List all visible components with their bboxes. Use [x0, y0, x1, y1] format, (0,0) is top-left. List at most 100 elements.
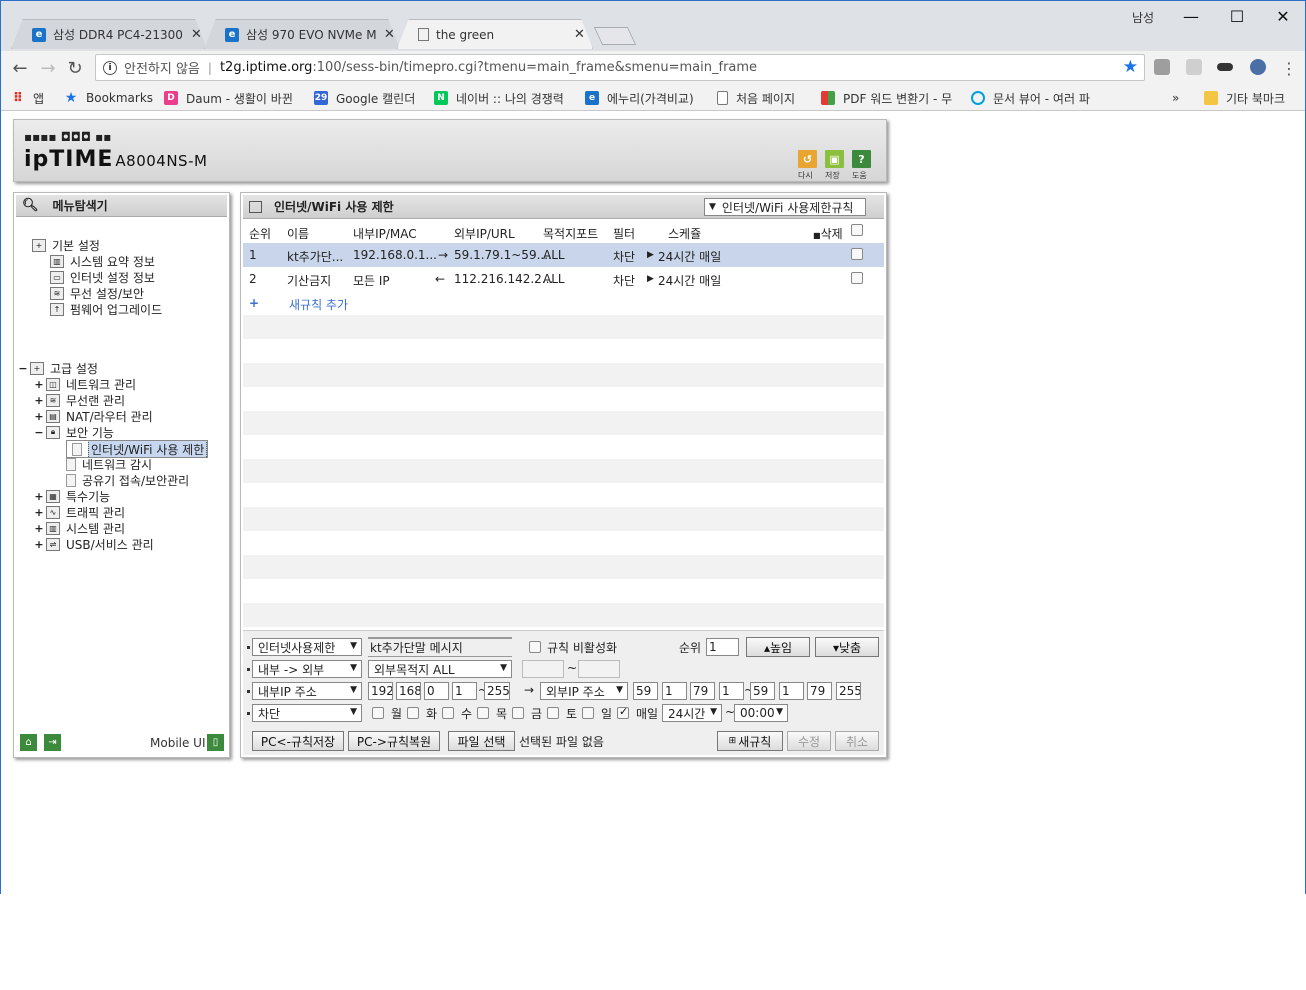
save-to-pc-button[interactable]: PC<-규칙저장	[252, 731, 344, 751]
bookmark-naver[interactable]: N 네이버 :: 나의 경쟁력	[434, 89, 566, 107]
logout-icon[interactable]: ⇥	[44, 734, 61, 751]
modify-button[interactable]: 수정	[787, 731, 831, 751]
expand-icon[interactable]: +	[34, 522, 44, 535]
inner-type-select[interactable]: 내부IP 주소 ▼	[252, 682, 362, 700]
tree-traffic[interactable]: + ∿ 트래픽 관리	[34, 504, 125, 520]
inner-ip-end[interactable]: 255	[484, 682, 510, 700]
expand-icon[interactable]: +	[34, 378, 44, 391]
tree-network-mgmt[interactable]: + ◫ 네트워크 관리	[34, 376, 136, 392]
day-sat-checkbox[interactable]	[547, 707, 559, 719]
outer-ip-start-4[interactable]: 1	[719, 682, 744, 700]
tree-nat-router[interactable]: + ▤ NAT/라우터 관리	[34, 408, 153, 424]
bookmark-pdf[interactable]: PDF 워드 변환기 - 무	[821, 89, 955, 107]
bookmark-other[interactable]: 기타 북마크	[1204, 89, 1285, 107]
bookmark-apps[interactable]: ⠿ 앱	[11, 89, 44, 107]
mobile-ui-link[interactable]: Mobile UI	[150, 736, 206, 750]
action-select[interactable]: 차단 ▼	[252, 704, 362, 722]
maximize-button[interactable]: ☐	[1214, 1, 1260, 31]
outer-ip-end-1[interactable]: 59	[750, 682, 775, 700]
new-tab-button[interactable]	[593, 27, 637, 45]
bookmark-bookmarks[interactable]: ★ Bookmarks	[64, 89, 153, 107]
disable-rule-checkbox[interactable]	[529, 641, 541, 653]
close-window-button[interactable]: ✕	[1260, 1, 1306, 31]
outer-ip-end-4[interactable]: 255	[836, 682, 861, 700]
tab-the-green[interactable]: the green ✕	[397, 19, 593, 49]
outer-ip-end-2[interactable]: 1	[779, 682, 804, 700]
tree-system-mgmt[interactable]: + ▥ 시스템 관리	[34, 520, 125, 536]
table-row[interactable]: 1 kt추가단... 192.168.0.1... → 59.1.79.1~59…	[243, 243, 884, 267]
address-bar[interactable]: i 안전하지 않음 | t2g.iptime.org:100/sess-bin/…	[95, 54, 1145, 81]
reload-icon[interactable]: ↻	[64, 57, 86, 79]
direction-select[interactable]: 내부 -> 외부 ▼	[252, 660, 362, 678]
inner-ip-octet-4[interactable]: 1	[452, 682, 477, 700]
mobile-icon[interactable]: ▯	[207, 734, 224, 751]
outer-ip-end-3[interactable]: 79	[807, 682, 832, 700]
inner-ip-octet-3[interactable]: 0	[424, 682, 449, 700]
extension-globe-icon[interactable]	[1250, 59, 1266, 75]
rule-kind-select[interactable]: 인터넷사용제한 ▼	[252, 638, 362, 656]
table-row[interactable]: 2 기산금지 모든 IP ← 112.216.142.2... ALL 차단 ▶…	[243, 267, 884, 291]
inner-ip-octet-1[interactable]: 192	[368, 682, 393, 700]
tree-usb-service[interactable]: + ⇌ USB/서비스 관리	[34, 536, 154, 552]
day-tue-checkbox[interactable]	[407, 707, 419, 719]
expand-icon[interactable]: +	[34, 538, 44, 551]
tree-advanced-settings[interactable]: − + 고급 설정	[18, 360, 98, 376]
cancel-button[interactable]: 취소	[835, 731, 879, 751]
tab-ddr4[interactable]: e 삼성 DDR4 PC4-21300 [ ✕	[11, 19, 207, 49]
minimize-button[interactable]: —	[1168, 1, 1214, 31]
expand-icon[interactable]: +	[34, 506, 44, 519]
day-mon-checkbox[interactable]	[372, 707, 384, 719]
collapse-icon[interactable]: −	[18, 362, 28, 375]
new-rule-button[interactable]: ⊞ 새규칙	[717, 731, 783, 751]
day-fri-checkbox[interactable]	[512, 707, 524, 719]
add-rule-link[interactable]: 새규칙 추가	[289, 296, 348, 313]
hours-select[interactable]: 24시간 ▼	[662, 704, 722, 722]
message-input[interactable]: kt추가단말 메시지	[368, 637, 512, 657]
tree-security[interactable]: − 🔒︎ 보안 기능	[34, 424, 114, 440]
day-wed-checkbox[interactable]	[442, 707, 454, 719]
home-icon[interactable]: ⌂	[20, 734, 37, 751]
bookmark-star-icon[interactable]: ★	[1123, 57, 1138, 77]
profile-name[interactable]: 남성	[1132, 9, 1154, 26]
more-bookmarks[interactable]: »	[1172, 89, 1179, 107]
delete-checkbox[interactable]	[851, 248, 863, 260]
extension-ex-icon[interactable]	[1186, 59, 1202, 75]
outer-ip-start-2[interactable]: 1	[662, 682, 687, 700]
select-all-checkbox[interactable]	[851, 224, 863, 236]
tree-firmware-upgrade[interactable]: ↑ 펌웨어 업그레이드	[50, 301, 162, 317]
inner-ip-octet-2[interactable]: 168	[396, 682, 421, 700]
move-down-button[interactable]: ▾낮춤	[815, 637, 879, 657]
day-sun-checkbox[interactable]	[582, 707, 594, 719]
close-icon[interactable]: ✕	[574, 27, 585, 42]
add-rule-row[interactable]: + 새규칙 추가	[243, 291, 884, 315]
bookmark-first-page[interactable]: 처음 페이지	[717, 89, 795, 107]
tree-basic-settings[interactable]: + 기본 설정	[32, 237, 100, 253]
dest-port-select[interactable]: 외부목적지 ALL ▼	[368, 660, 512, 678]
move-up-button[interactable]: ▴높임	[746, 637, 810, 657]
close-icon[interactable]: ✕	[191, 27, 202, 42]
time-end-select[interactable]: 00:00 ▼	[734, 704, 788, 722]
tree-wireless-security[interactable]: ≋ 무선 설정/보안	[50, 285, 144, 301]
expand-icon[interactable]: +	[34, 490, 44, 503]
tree-system-summary[interactable]: ▥ 시스템 요약 정보	[50, 253, 155, 269]
extension-mask-icon[interactable]	[1217, 63, 1233, 71]
order-input[interactable]: 1	[706, 638, 739, 656]
outer-type-select[interactable]: 외부IP 주소 ▼	[540, 682, 628, 700]
extension-info-icon[interactable]	[1154, 59, 1170, 75]
rule-type-select[interactable]: ▼ 인터넷/WiFi 사용제한규칙	[704, 198, 866, 216]
delete-checkbox[interactable]	[851, 272, 863, 284]
bookmark-enuri[interactable]: e 에누리(가격비교)	[585, 89, 694, 107]
file-select-button[interactable]: 파일 선택	[448, 731, 515, 751]
tree-wlan-mgmt[interactable]: + ≋ 무선랜 관리	[34, 392, 125, 408]
tree-router-access[interactable]: 공유기 접속/보안관리	[66, 472, 189, 488]
everyday-checkbox[interactable]	[617, 705, 629, 719]
outer-ip-start-3[interactable]: 79	[690, 682, 715, 700]
refresh-button[interactable]: ↺ 다시	[798, 150, 818, 180]
save-button[interactable]: ▣ 저장	[825, 150, 845, 180]
menu-dots-icon[interactable]: ⋮	[1278, 57, 1300, 79]
back-arrow-icon[interactable]: ←	[9, 57, 31, 79]
forward-arrow-icon[interactable]: →	[37, 57, 59, 79]
info-icon[interactable]: i	[103, 60, 117, 75]
port-start-input[interactable]	[522, 660, 564, 678]
restore-from-pc-button[interactable]: PC->규칙복원	[348, 731, 440, 751]
